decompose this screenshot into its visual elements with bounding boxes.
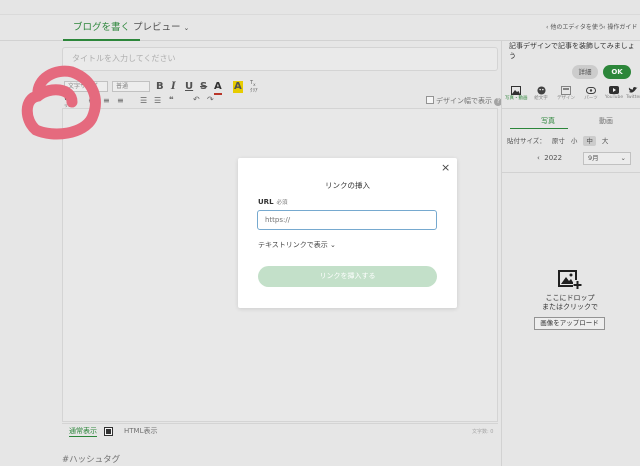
- url-label: URL 必須: [258, 198, 288, 206]
- url-label-text: URL: [258, 198, 274, 206]
- text-link-toggle[interactable]: テキストリンクで表示 ⌄: [258, 240, 336, 250]
- chevron-down-icon: ⌄: [330, 241, 336, 249]
- modal-title: リンクの挿入: [325, 181, 370, 190]
- text-link-label: テキストリンクで表示: [258, 241, 328, 249]
- insert-link-button[interactable]: リンクを挿入する: [258, 266, 437, 287]
- url-input[interactable]: [257, 210, 437, 230]
- required-badge: 必須: [276, 200, 288, 206]
- close-icon[interactable]: ×: [441, 162, 450, 174]
- red-circle-annotation: [14, 58, 104, 148]
